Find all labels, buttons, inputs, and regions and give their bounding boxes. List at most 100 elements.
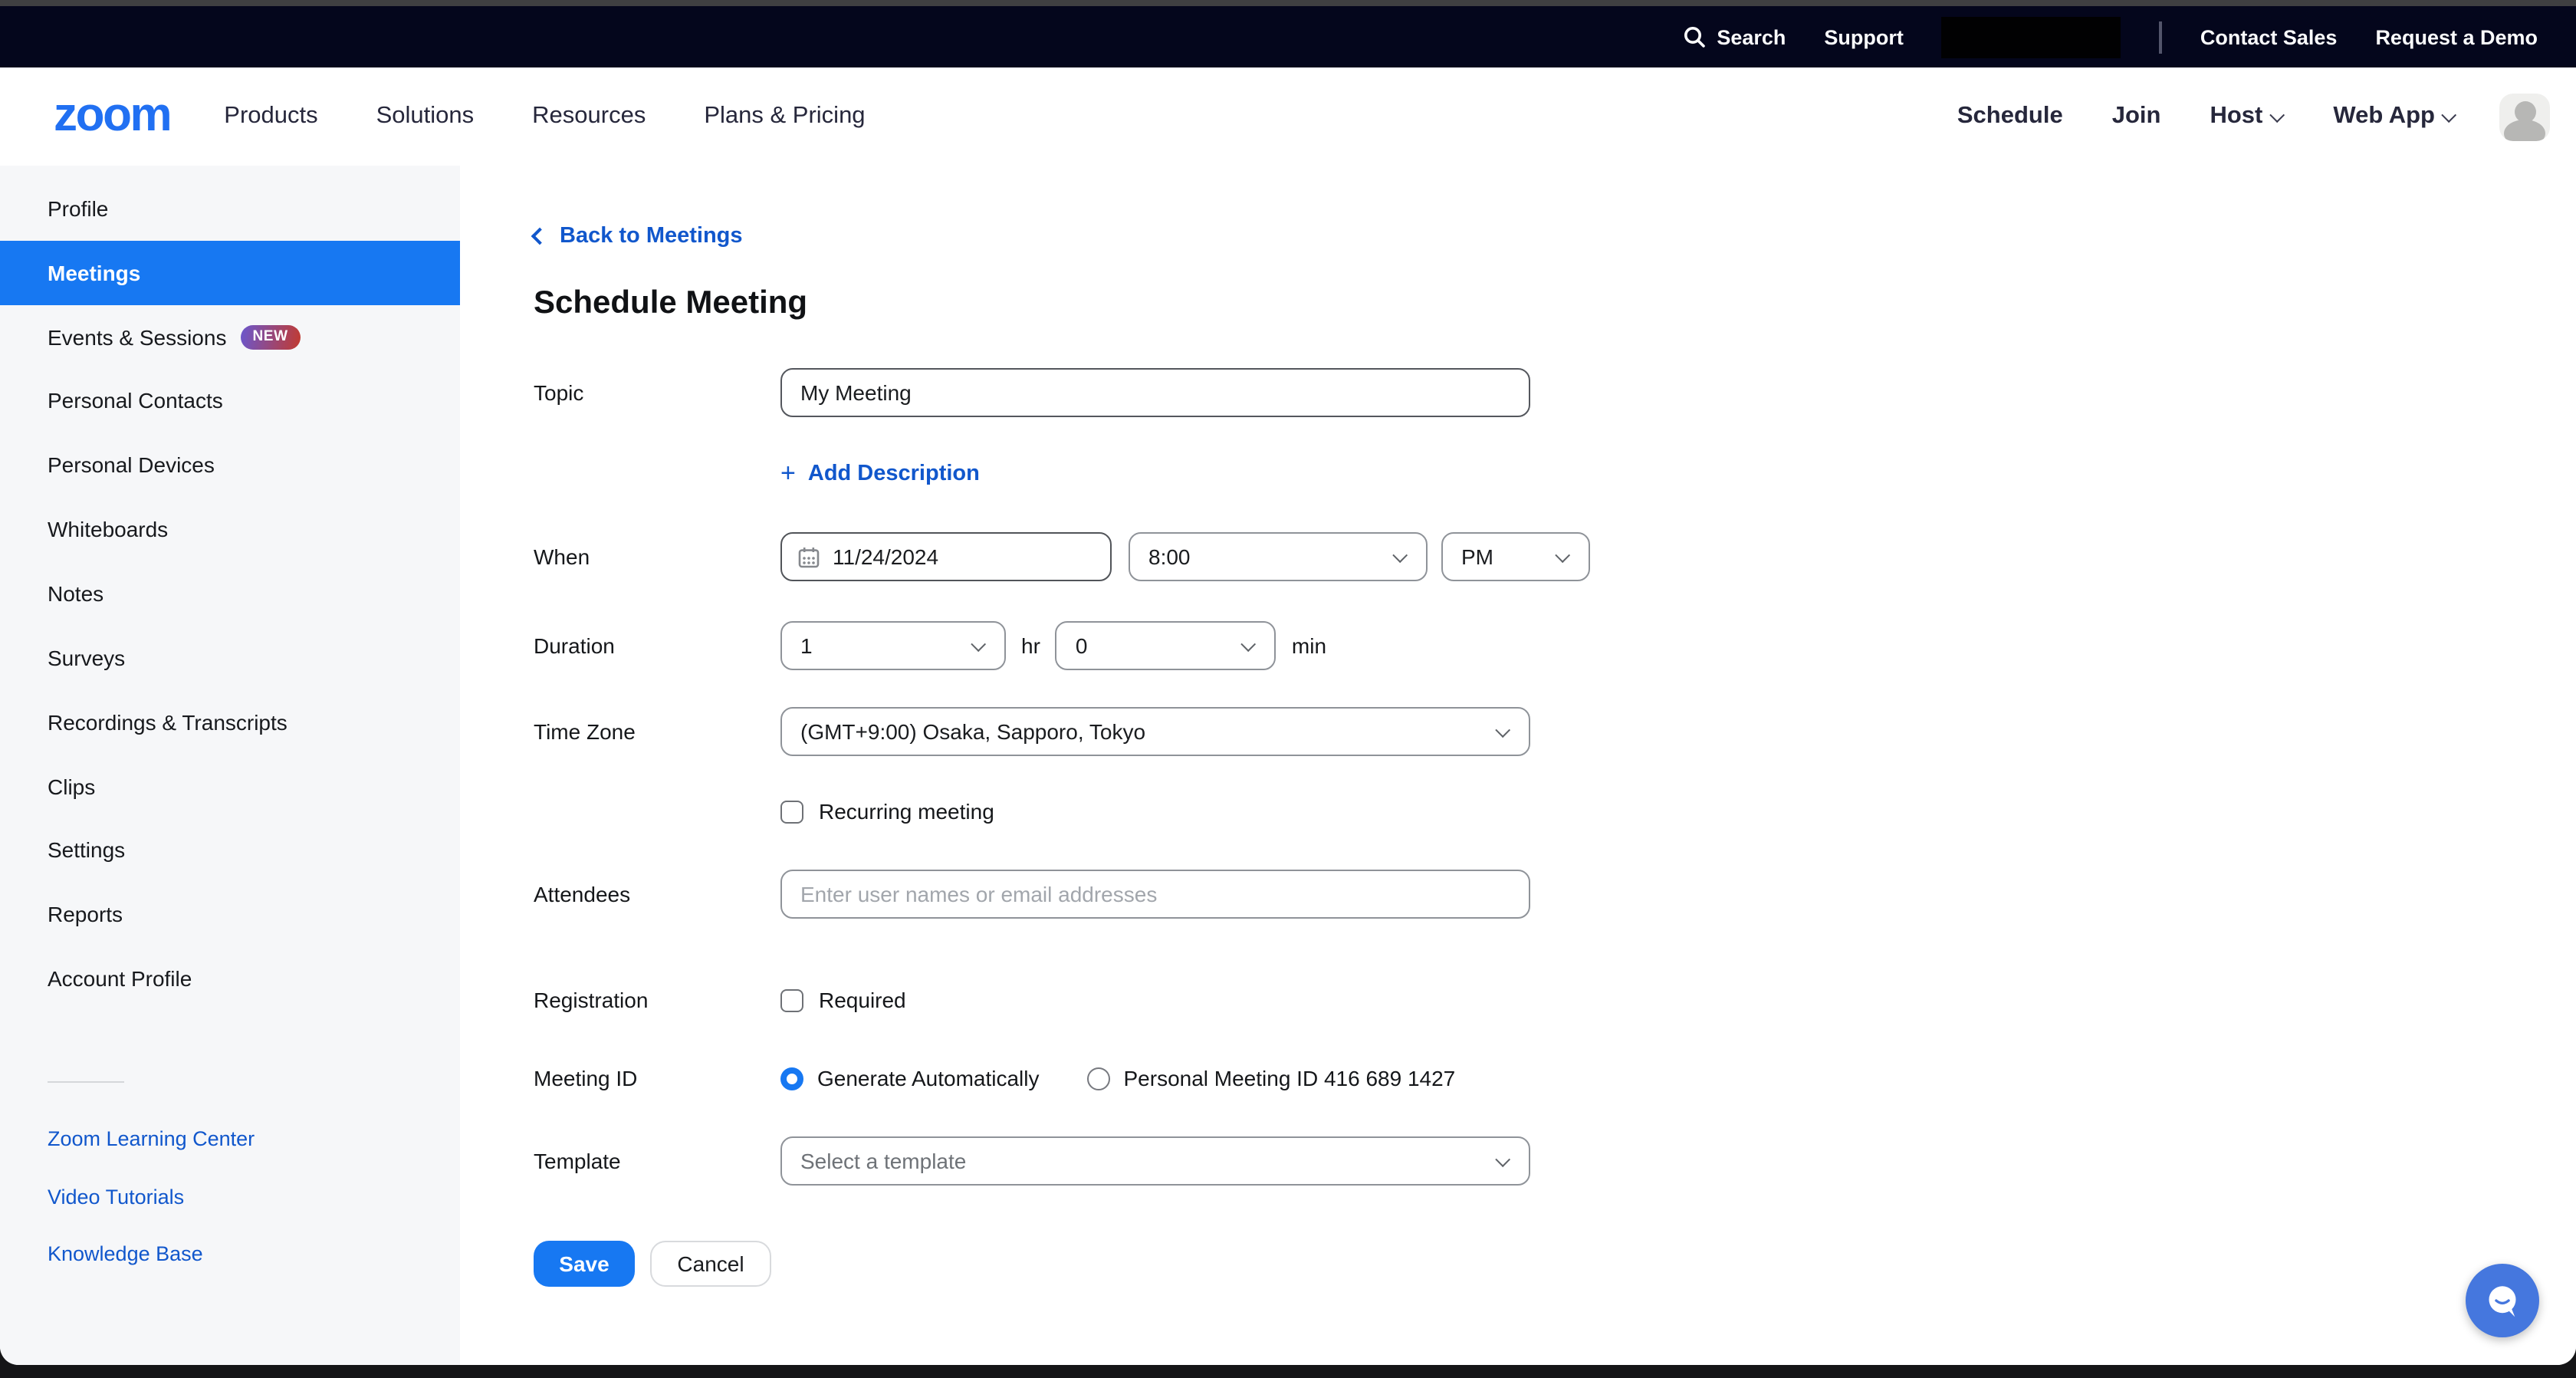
nav-item-join[interactable]: Join — [2112, 103, 2161, 130]
new-badge: NEW — [240, 324, 300, 349]
timezone-label: Time Zone — [534, 719, 780, 744]
app-body: Profile Meetings Events & SessionsNEW Pe… — [0, 166, 2576, 1365]
date-value: 11/24/2024 — [833, 544, 938, 569]
chevron-down-icon — [971, 636, 986, 651]
browser-viewport: Search Support Contact Sales Request a D… — [0, 0, 2576, 1378]
sidebar: Profile Meetings Events & SessionsNEW Pe… — [0, 166, 460, 1365]
user-avatar[interactable] — [2499, 93, 2550, 140]
search-icon — [1681, 25, 1706, 49]
add-description-button[interactable]: + Add Description — [780, 460, 980, 486]
duration-label: Duration — [534, 633, 780, 658]
nav-item-web-app[interactable]: Web App — [2333, 103, 2456, 130]
chevron-down-icon — [2269, 107, 2285, 122]
topic-input[interactable] — [780, 368, 1530, 417]
sidebar-item-events-sessions[interactable]: Events & SessionsNEW — [0, 304, 460, 369]
chat-support-button[interactable] — [2466, 1264, 2539, 1337]
nav-item-resources[interactable]: Resources — [532, 103, 646, 130]
sidebar-item-meetings[interactable]: Meetings — [0, 241, 460, 305]
sidebar-item-personal-contacts[interactable]: Personal Contacts — [0, 369, 460, 433]
sidebar-item-settings[interactable]: Settings — [0, 818, 460, 883]
sidebar-item-recordings-transcripts[interactable]: Recordings & Transcripts — [0, 690, 460, 755]
template-label: Template — [534, 1149, 780, 1173]
sidebar-link-video-tutorials[interactable]: Video Tutorials — [0, 1168, 460, 1225]
support-link[interactable]: Support — [1824, 25, 1904, 48]
avatar-person-icon — [2514, 100, 2535, 122]
chevron-down-icon — [2441, 107, 2456, 122]
sidebar-item-profile[interactable]: Profile — [0, 176, 460, 241]
recurring-meeting-checkbox[interactable] — [780, 800, 803, 823]
nav-item-products[interactable]: Products — [224, 103, 317, 130]
registration-row: Registration Required — [534, 988, 2576, 1012]
personal-meeting-id-label[interactable]: Personal Meeting ID 416 689 1427 — [1124, 1066, 1456, 1090]
marketing-topbar: Search Support Contact Sales Request a D… — [0, 6, 2576, 67]
main-navbar: zoom Products Solutions Resources Plans … — [0, 67, 2576, 166]
when-row: When 11/24/2024 8:00 PM — [534, 532, 2576, 581]
time-select[interactable]: 8:00 — [1129, 532, 1428, 581]
sidebar-item-surveys[interactable]: Surveys — [0, 626, 460, 690]
date-input[interactable]: 11/24/2024 — [780, 532, 1112, 581]
sidebar-divider — [48, 1081, 124, 1083]
sidebar-item-whiteboards[interactable]: Whiteboards — [0, 497, 460, 561]
sidebar-item-notes[interactable]: Notes — [0, 561, 460, 626]
timezone-row: Time Zone (GMT+9:00) Osaka, Sapporo, Tok… — [534, 707, 2576, 756]
nav-item-plans-pricing[interactable]: Plans & Pricing — [704, 103, 865, 130]
generate-automatically-label[interactable]: Generate Automatically — [817, 1066, 1040, 1090]
nav-item-schedule[interactable]: Schedule — [1957, 103, 2063, 130]
minutes-unit-label: min — [1292, 633, 1326, 658]
nav-item-solutions[interactable]: Solutions — [376, 103, 475, 130]
ampm-select[interactable]: PM — [1441, 532, 1590, 581]
chevron-down-icon — [1495, 722, 1510, 737]
topic-label: Topic — [534, 380, 780, 405]
nav-item-host[interactable]: Host — [2210, 103, 2284, 130]
nav-actions: Schedule Join Host Web App — [1957, 93, 2550, 140]
cancel-button[interactable]: Cancel — [650, 1241, 771, 1287]
meeting-id-row: Meeting ID Generate Automatically Person… — [534, 1066, 2576, 1090]
registration-required-checkbox[interactable] — [780, 988, 803, 1011]
chevron-down-icon — [1555, 547, 1570, 562]
topbar-divider — [2160, 21, 2162, 53]
chevron-down-icon — [1392, 547, 1408, 562]
back-to-meetings-link[interactable]: Back to Meetings — [534, 224, 743, 248]
add-description-row: + Add Description — [534, 460, 2576, 486]
sidebar-link-learning-center[interactable]: Zoom Learning Center — [0, 1110, 460, 1168]
attendees-row: Attendees — [534, 870, 2576, 919]
sidebar-link-knowledge-base[interactable]: Knowledge Base — [0, 1225, 460, 1283]
template-row: Template Select a template — [534, 1136, 2576, 1186]
sidebar-item-clips[interactable]: Clips — [0, 754, 460, 818]
calendar-icon — [797, 545, 820, 568]
contact-sales-link[interactable]: Contact Sales — [2200, 25, 2338, 48]
search-button[interactable]: Search — [1681, 25, 1786, 49]
chevron-left-icon — [531, 228, 549, 245]
meeting-id-label: Meeting ID — [534, 1066, 780, 1090]
sidebar-item-reports[interactable]: Reports — [0, 883, 460, 947]
page-title: Schedule Meeting — [534, 285, 2576, 322]
save-button[interactable]: Save — [534, 1241, 635, 1287]
timezone-select[interactable]: (GMT+9:00) Osaka, Sapporo, Tokyo — [780, 707, 1530, 756]
app-window: Search Support Contact Sales Request a D… — [0, 0, 2576, 1365]
redacted-account-block — [1942, 16, 2121, 58]
window-chrome-strip — [0, 0, 2576, 6]
duration-minutes-select[interactable]: 0 — [1056, 621, 1276, 670]
generate-automatically-radio[interactable] — [780, 1067, 803, 1090]
zoom-logo[interactable]: zoom — [54, 90, 170, 143]
personal-meeting-id-radio[interactable] — [1087, 1067, 1110, 1090]
template-select[interactable]: Select a template — [780, 1136, 1530, 1186]
topic-row: Topic — [534, 368, 2576, 417]
chevron-down-icon — [1495, 1151, 1510, 1166]
request-demo-link[interactable]: Request a Demo — [2375, 25, 2538, 48]
recurring-meeting-label: Recurring meeting — [819, 799, 994, 824]
plus-icon: + — [780, 460, 796, 486]
sidebar-item-personal-devices[interactable]: Personal Devices — [0, 433, 460, 498]
duration-row: Duration 1 hr 0 min — [534, 621, 2576, 670]
main-content: Back to Meetings Schedule Meeting Topic … — [460, 166, 2576, 1365]
recurring-row: Recurring meeting — [534, 799, 2576, 824]
sidebar-item-account-profile[interactable]: Account Profile — [0, 946, 460, 1011]
search-label: Search — [1717, 25, 1786, 48]
chat-bubble-icon — [2479, 1278, 2525, 1324]
registration-label: Registration — [534, 988, 780, 1012]
registration-required-label: Required — [819, 988, 906, 1012]
attendees-input[interactable] — [780, 870, 1530, 919]
duration-hours-select[interactable]: 1 — [780, 621, 1006, 670]
form-actions: Save Cancel — [534, 1241, 2576, 1287]
chevron-down-icon — [1241, 636, 1257, 651]
